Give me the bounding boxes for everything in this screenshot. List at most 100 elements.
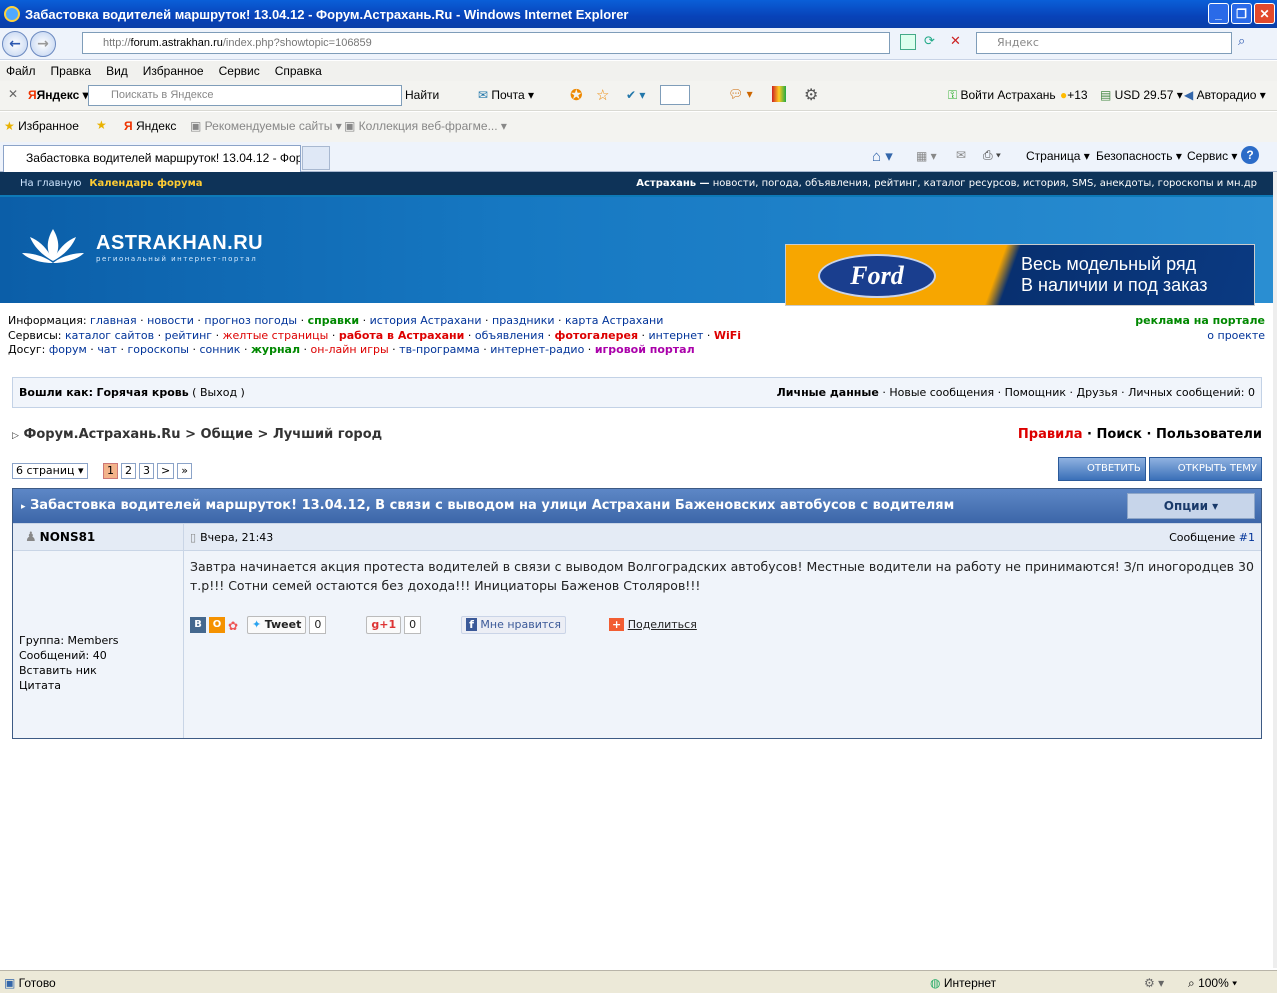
breadcrumb-topic[interactable]: Лучший город — [273, 427, 382, 442]
search-link[interactable]: Поиск — [1097, 427, 1142, 442]
print-icon[interactable]: ⎙ ▾ — [983, 148, 1001, 163]
link-advertising[interactable]: реклама на портале — [1135, 314, 1265, 327]
link-news[interactable]: новости — [147, 314, 194, 327]
link-dreams[interactable]: сонник — [200, 343, 241, 356]
link-history[interactable]: история Астрахани — [370, 314, 482, 327]
link-chat[interactable]: чат — [97, 343, 117, 356]
last-page[interactable]: » — [177, 463, 192, 479]
menu-view[interactable]: Вид — [106, 64, 128, 78]
maximize-button[interactable]: ❐ — [1231, 3, 1252, 24]
link-catalog[interactable]: каталог сайтов — [65, 329, 154, 342]
link-horoscope[interactable]: гороскопы — [127, 343, 189, 356]
rules-link[interactable]: Правила — [1018, 427, 1083, 442]
home-icon[interactable]: ⌂ ▾ — [872, 147, 893, 165]
refresh-icon[interactable]: ⟳ — [924, 34, 940, 50]
new-messages-link[interactable]: Новые сообщения — [889, 386, 994, 399]
menu-favorites[interactable]: Избранное — [143, 64, 204, 78]
options-button[interactable]: Опции ▾ — [1127, 493, 1255, 519]
zoom-control[interactable]: ⌕ 100% ▾ — [1188, 976, 1237, 991]
feeds-icon[interactable]: ▦ ▾ — [916, 149, 937, 163]
link-yellow-pages[interactable]: желтые страницы — [223, 329, 329, 342]
comment-icon[interactable]: 💬︎ ▾ — [728, 87, 753, 101]
link-holidays[interactable]: праздники — [492, 314, 555, 327]
menu-file[interactable]: Файл — [6, 64, 36, 78]
link-game-portal[interactable]: игровой портал — [595, 343, 695, 356]
link-forum[interactable]: форум — [49, 343, 87, 356]
new-tab-button[interactable] — [302, 146, 330, 170]
menu-help[interactable]: Справка — [275, 64, 322, 78]
mail-button[interactable]: ✉ Почта ▾ — [478, 88, 534, 102]
address-input[interactable]: http://forum.astrakhan.ru/index.php?show… — [82, 32, 890, 54]
settings-gear-icon[interactable]: ⚙ — [804, 85, 818, 105]
quote-link[interactable]: Цитата — [19, 679, 61, 692]
link-reference[interactable]: справки — [308, 314, 360, 327]
menu-edit[interactable]: Правка — [51, 64, 92, 78]
mailru-icon[interactable]: ✿ — [228, 617, 244, 633]
breadcrumb-general[interactable]: Общие — [201, 427, 253, 442]
pm-link[interactable]: Личных сообщений: 0 — [1128, 386, 1255, 399]
post-permalink[interactable]: #1 — [1239, 531, 1255, 544]
help-icon[interactable]: ? — [1241, 146, 1259, 164]
page-scrollbar[interactable] — [1273, 172, 1277, 968]
safety-menu[interactable]: Безопасность ▾ — [1096, 149, 1182, 163]
home-link[interactable]: На главную — [20, 178, 81, 189]
breadcrumb-forum[interactable]: Форум.Астрахань.Ru — [23, 427, 180, 442]
user-link[interactable]: Горячая кровь — [96, 386, 188, 399]
favorites-button[interactable]: ★ Избранное — [4, 119, 79, 133]
logout-link[interactable]: Выход — [200, 386, 237, 399]
page-1[interactable]: 1 — [103, 463, 118, 479]
gplus-button[interactable]: g+1 — [366, 615, 402, 634]
odnoklassniki-icon[interactable]: O — [209, 616, 225, 633]
fav-recommended[interactable]: ▣ Рекомендуемые сайты ▾ — [190, 119, 342, 133]
close-button[interactable]: ✕ — [1254, 3, 1275, 24]
friends-link[interactable]: Друзья — [1077, 386, 1118, 399]
pages-dropdown[interactable]: 6 страниц ▾ — [12, 463, 88, 479]
translate-icon[interactable] — [660, 85, 690, 105]
protected-mode-icon[interactable]: ⚙ ▾ — [1144, 976, 1164, 990]
security-zone[interactable]: ◍ Интернет — [930, 976, 996, 990]
link-weather[interactable]: прогноз погоды — [204, 314, 297, 327]
link-ads[interactable]: объявления — [475, 329, 544, 342]
tab-current[interactable]: Забастовка водителей маршруток! 13.04.12… — [3, 145, 301, 172]
link-map[interactable]: карта Астрахани — [565, 314, 663, 327]
stop-icon[interactable]: ✕ — [950, 34, 961, 49]
share-button[interactable]: + Поделиться — [608, 615, 697, 634]
close-toolbar-icon[interactable]: ✕ — [8, 87, 18, 101]
menu-tools[interactable]: Сервис — [219, 64, 260, 78]
calendar-link[interactable]: Календарь форума — [89, 178, 202, 189]
link-photo[interactable]: фотогалерея — [555, 329, 639, 342]
back-button[interactable]: ← — [2, 31, 28, 57]
login-button[interactable]: ⚿ Войти Астрахань — [948, 88, 1056, 103]
next-page[interactable]: > — [157, 463, 175, 479]
page-3[interactable]: 3 — [139, 463, 154, 479]
page-2[interactable]: 2 — [121, 463, 136, 479]
bookmark-icon[interactable]: ✪ — [570, 86, 583, 104]
apps-icon[interactable] — [772, 86, 786, 102]
vk-icon[interactable]: B — [190, 616, 206, 633]
mail-read-icon[interactable]: ✉ — [956, 148, 966, 162]
link-rating[interactable]: рейтинг — [165, 329, 212, 342]
portal-logo[interactable]: ASTRAKHAN.RU региональный интернет-порта… — [20, 227, 263, 267]
link-internet[interactable]: интернет — [649, 329, 704, 342]
minimize-button[interactable]: _ — [1208, 3, 1229, 24]
personal-data-link[interactable]: Личные данные — [777, 386, 879, 399]
compat-icon[interactable] — [900, 34, 916, 50]
yandex-logo[interactable]: ЯЯндекс ▾ — [28, 88, 89, 102]
spellcheck-icon[interactable]: ✔ ▾ — [626, 88, 645, 102]
currency-widget[interactable]: ▤ USD 29.57 ▾ — [1100, 88, 1183, 102]
weather-widget[interactable]: ●+13 — [1060, 88, 1088, 102]
fav-yandex[interactable]: Я Яндекс — [124, 119, 176, 133]
tweet-button[interactable]: ✦ Tweet — [247, 615, 307, 634]
yandex-find-button[interactable]: Найти — [405, 88, 439, 102]
forward-button[interactable]: → — [30, 31, 56, 57]
link-jobs[interactable]: работа в Астрахани — [339, 329, 465, 342]
tools-menu[interactable]: Сервис ▾ — [1187, 149, 1237, 163]
new-topic-button[interactable]: ОТКРЫТЬ ТЕМУ — [1148, 457, 1262, 481]
yandex-search-input[interactable]: Поискать в Яндексе — [88, 85, 402, 106]
helper-link[interactable]: Помощник — [1005, 386, 1066, 399]
search-input[interactable]: Яндекс — [976, 32, 1232, 54]
fav-gallery[interactable]: ▣ Коллекция веб-фрагме... ▾ — [344, 119, 507, 133]
link-magazine[interactable]: журнал — [251, 343, 300, 356]
link-radio[interactable]: интернет-радио — [490, 343, 584, 356]
add-favorite-icon[interactable]: ★ — [96, 118, 107, 132]
